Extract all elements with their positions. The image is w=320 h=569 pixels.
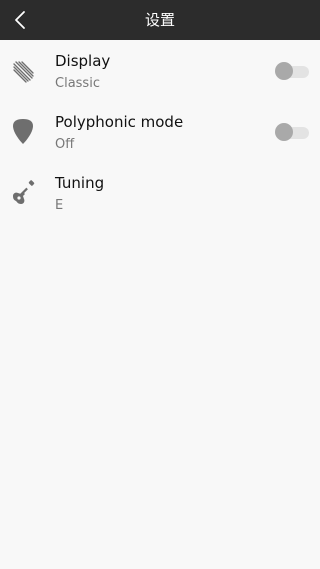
setting-value: Classic xyxy=(55,76,100,91)
guitar-icon xyxy=(8,178,38,208)
setting-polyphonic-mode[interactable]: Polyphonic mode Off xyxy=(0,101,320,162)
guitar-pick-icon xyxy=(8,117,38,147)
display-lines-icon xyxy=(8,56,38,86)
toggle-knob xyxy=(275,123,293,141)
page-title: 设置 xyxy=(144,11,175,29)
app-bar: 设置 xyxy=(0,0,320,40)
polyphonic-toggle[interactable] xyxy=(275,123,309,141)
settings-list: Display Classic Polyphonic mode Off Tuni… xyxy=(0,40,320,223)
display-toggle[interactable] xyxy=(275,62,309,80)
toggle-knob xyxy=(275,62,293,80)
setting-title: Display xyxy=(55,52,111,70)
setting-title: Polyphonic mode xyxy=(55,113,184,131)
setting-tuning[interactable]: Tuning E xyxy=(0,162,320,223)
setting-value: E xyxy=(55,198,64,213)
setting-display[interactable]: Display Classic xyxy=(0,40,320,101)
setting-value: Off xyxy=(55,137,75,152)
setting-title: Tuning xyxy=(55,174,105,192)
